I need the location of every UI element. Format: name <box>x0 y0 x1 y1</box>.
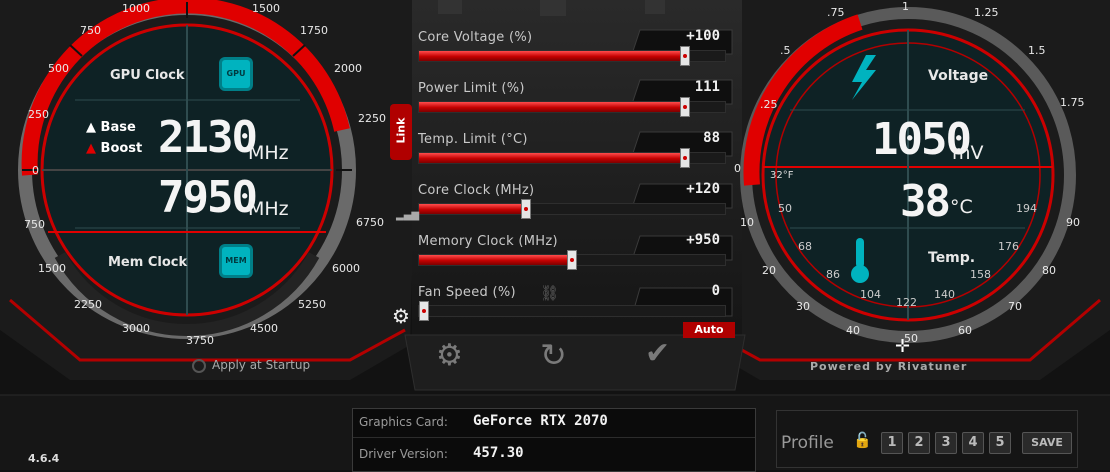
right-tick-80: 80 <box>1042 264 1056 277</box>
right-tick-125: 1.25 <box>974 6 999 19</box>
graphics-card-row: Graphics Card: GeForce RTX 2070 <box>353 409 755 438</box>
right-tick-1: 1 <box>902 0 909 13</box>
driver-version-value: 457.30 <box>473 445 524 461</box>
inner-tick-122: 122 <box>896 296 917 309</box>
voltage-unit: mV <box>952 142 984 164</box>
thermometer-icon <box>848 232 872 284</box>
right-tick-0: 0 <box>734 162 741 175</box>
profile-panel: Profile 🔓 1 2 3 4 5 SAVE <box>776 410 1078 468</box>
inner-tick-68: 68 <box>798 240 812 253</box>
profile-slot-1[interactable]: 1 <box>881 432 903 454</box>
driver-version-key: Driver Version: <box>359 447 448 461</box>
powered-by-label: Powered by Rivatuner <box>810 360 968 373</box>
driver-version-row: Driver Version: 457.30 <box>353 441 755 469</box>
profile-save-button[interactable]: SAVE <box>1022 432 1072 454</box>
right-tick-20: 20 <box>762 264 776 277</box>
fahrenheit-label: 32°F <box>770 170 794 181</box>
right-tick-175: 1.75 <box>1060 96 1085 109</box>
profile-label: Profile <box>781 433 834 453</box>
inner-tick-158: 158 <box>970 268 991 281</box>
right-tick-075: .75 <box>827 6 845 19</box>
temp-unit: °C <box>950 196 973 218</box>
profile-slot-3[interactable]: 3 <box>935 432 957 454</box>
right-tick-90: 90 <box>1066 216 1080 229</box>
inner-tick-176: 176 <box>998 240 1019 253</box>
right-tick-025: .25 <box>760 98 778 111</box>
profile-slot-5[interactable]: 5 <box>989 432 1011 454</box>
graphics-card-value: GeForce RTX 2070 <box>473 413 608 429</box>
right-tick-15: 1.5 <box>1028 44 1046 57</box>
inner-tick-194: 194 <box>1016 202 1037 215</box>
right-tick-40: 40 <box>846 324 860 337</box>
crosshair-cursor-icon: ✛ <box>895 336 911 357</box>
right-tick-60: 60 <box>958 324 972 337</box>
temp-label: Temp. <box>928 250 976 266</box>
graphics-card-key: Graphics Card: <box>359 415 448 429</box>
profile-lock-icon[interactable]: 🔓 <box>853 431 872 449</box>
profile-slot-2[interactable]: 2 <box>908 432 930 454</box>
inner-tick-50: 50 <box>778 202 792 215</box>
voltage-label: Voltage <box>928 68 989 84</box>
lightning-icon <box>850 52 880 102</box>
version-label: 4.6.4 <box>28 452 60 465</box>
right-tick-05: .5 <box>780 44 791 57</box>
inner-tick-104: 104 <box>860 288 881 301</box>
inner-tick-86: 86 <box>826 268 840 281</box>
right-tick-10: 10 <box>740 216 754 229</box>
right-tick-70: 70 <box>1008 300 1022 313</box>
profile-slot-4[interactable]: 4 <box>962 432 984 454</box>
inner-tick-140: 140 <box>934 288 955 301</box>
right-tick-30: 30 <box>796 300 810 313</box>
card-info-panel: Graphics Card: GeForce RTX 2070 Driver V… <box>352 408 756 472</box>
temp-value: 38 <box>900 176 951 227</box>
